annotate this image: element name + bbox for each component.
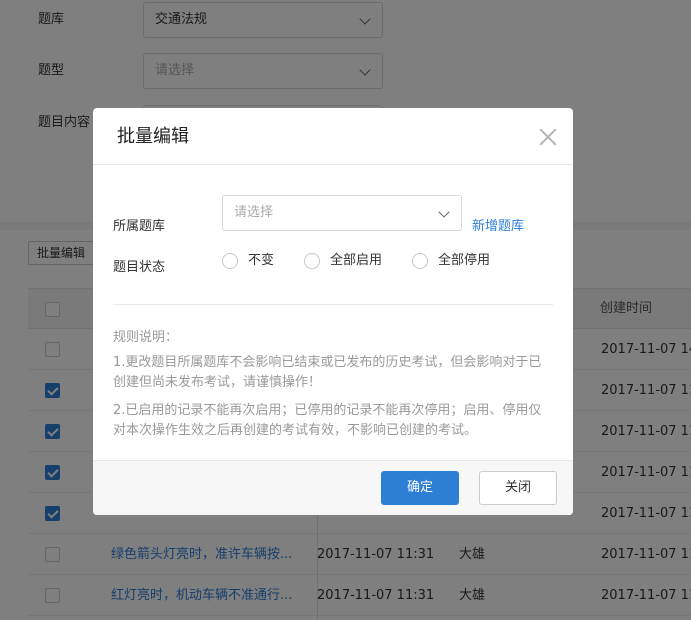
dialog-divider <box>113 304 553 305</box>
status-radio-label: 全部启用 <box>330 253 383 268</box>
rule-text-1: 1.更改题目所属题库不会影响已结束或已发布的历史考试，但会影响对于已创建但尚未发… <box>113 355 542 390</box>
dialog-footer: 确定 关闭 <box>93 460 573 515</box>
radio-circle-icon[interactable] <box>222 253 238 269</box>
library-select-placeholder: 请选择 <box>234 205 274 220</box>
rules-title: 规则说明： <box>113 330 179 345</box>
library-select[interactable]: 请选择 <box>222 195 462 231</box>
confirm-button[interactable]: 确定 <box>381 471 459 505</box>
status-label: 题目状态 <box>113 260 166 275</box>
chevron-down-icon <box>438 206 450 218</box>
radio-circle-icon[interactable] <box>304 253 320 269</box>
batch-edit-dialog: 批量编辑 所属题库 请选择 新增题库 题目状态 不变 全部启用 全部停用 规则说… <box>93 108 573 515</box>
status-radio-label: 全部停用 <box>438 253 491 268</box>
dialog-header: 批量编辑 <box>93 108 573 165</box>
close-icon[interactable] <box>539 128 557 146</box>
radio-circle-icon[interactable] <box>412 253 428 269</box>
rule-text-2: 2.已启用的记录不能再次启用；已停用的记录不能再次停用；启用、停用仅对本次操作生… <box>113 403 542 438</box>
close-button[interactable]: 关闭 <box>479 471 557 505</box>
status-radio-label: 不变 <box>248 253 275 268</box>
dialog-title: 批量编辑 <box>117 126 189 147</box>
library-label: 所属题库 <box>113 219 166 234</box>
new-library-link[interactable]: 新增题库 <box>472 215 524 234</box>
